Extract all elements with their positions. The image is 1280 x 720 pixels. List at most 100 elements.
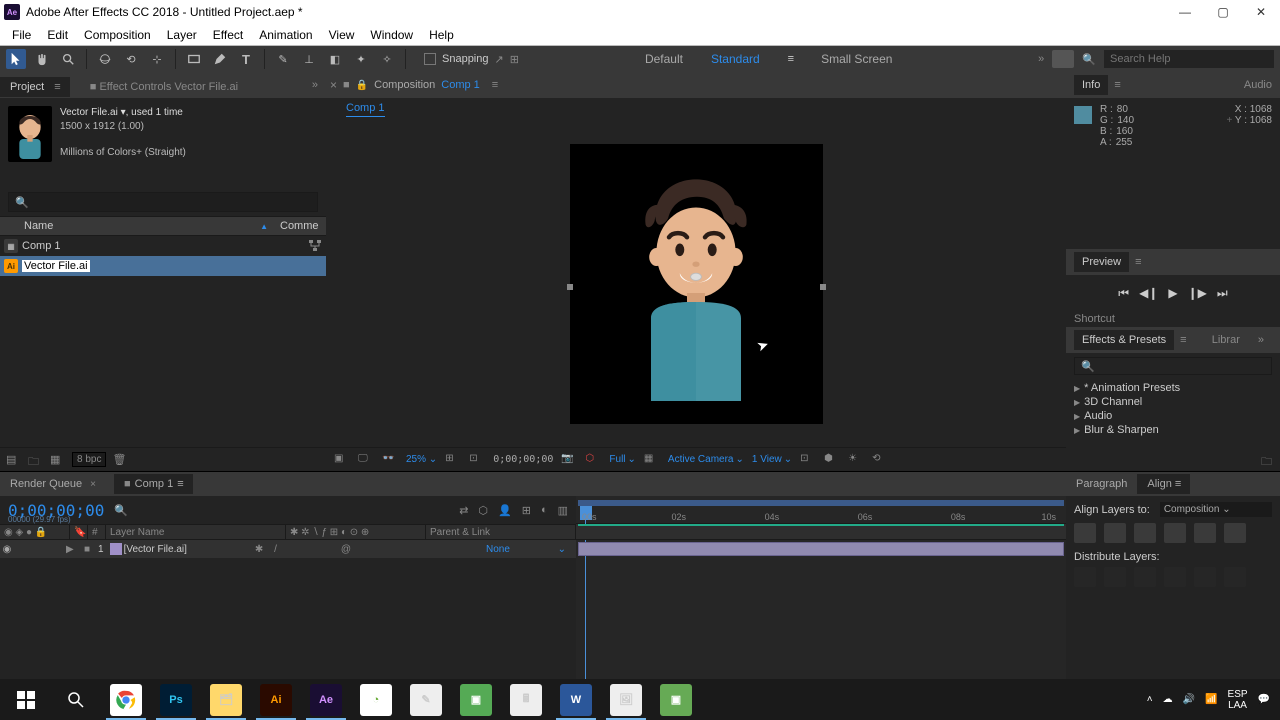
calculator-app[interactable]: 🖩 [502,680,550,720]
guides-icon[interactable]: ⊡ [800,453,816,467]
new-bin-icon[interactable]: 🗀 [1261,453,1272,471]
snapping-checkbox[interactable] [424,53,436,65]
trash-icon[interactable]: 🗑 [112,453,128,467]
dist-vcenter-icon[interactable] [1104,567,1126,587]
project-search-input[interactable]: 🔍 [8,192,318,212]
motionblur-icon[interactable]: ◐ [541,504,548,517]
menu-edit[interactable]: Edit [41,26,74,44]
next-frame-icon[interactable]: ❙▶ [1188,286,1207,300]
comp-breadcrumb[interactable]: Comp 1 [346,102,385,117]
snap-grid-icon[interactable]: ⊞ [510,53,519,66]
channels-icon[interactable]: ⬡ [585,453,601,467]
menu-view[interactable]: View [323,26,361,44]
transparency-icon[interactable]: ▦ [644,453,660,467]
composition-viewer[interactable]: ➤ [326,120,1066,447]
audio-tab[interactable]: Audio [1244,79,1272,91]
interpret-icon[interactable]: ▤ [6,453,22,467]
effect-controls-tab[interactable]: ■ Effect Controls Vector File.ai [80,77,248,97]
asset-name[interactable]: Vector File.ai ▾ [60,107,126,118]
workspace-menu-icon[interactable]: ≡ [788,53,793,65]
app11[interactable]: ▣ [652,680,700,720]
flowchart-icon[interactable] [308,239,322,253]
fast-preview-icon[interactable]: ⟲ [872,453,888,467]
toolbar-grid-icon[interactable] [1052,50,1074,68]
selection-handle[interactable] [567,284,573,290]
paragraph-tab[interactable]: Paragraph [1066,474,1137,494]
camera-dropdown[interactable]: Active Camera ⌄ [668,454,744,465]
preview-menu-icon[interactable]: ≡ [1135,256,1140,268]
lock-icon[interactable]: 🔒 [356,80,368,91]
layer-duration-bar[interactable] [578,542,1064,556]
puppet-tool-icon[interactable]: ✧ [377,49,397,69]
dist-right-icon[interactable] [1224,567,1246,587]
rect-tool-icon[interactable] [184,49,204,69]
effects-menu-icon[interactable]: ≡ [1180,334,1185,346]
pen-tool-icon[interactable] [210,49,230,69]
menu-help[interactable]: Help [423,26,460,44]
new-folder-icon[interactable]: 🗀 [28,453,44,467]
menu-composition[interactable]: Composition [78,26,157,44]
notifications-icon[interactable]: 💬 [1258,694,1270,705]
app7[interactable]: ▣ [452,680,500,720]
effects-category[interactable]: ▶Blur & Sharpen [1066,423,1280,437]
tray-onedrive-icon[interactable]: ☁ [1163,694,1173,705]
text-tool-icon[interactable]: T [236,49,256,69]
aftereffects-app[interactable]: Ae [302,680,350,720]
toolbar-overflow-icon[interactable]: » [1038,53,1044,65]
draft3d-icon[interactable]: ⬡ [478,504,488,517]
info-tab[interactable]: Info [1074,75,1108,95]
roto-tool-icon[interactable]: ✦ [351,49,371,69]
menu-animation[interactable]: Animation [253,26,318,44]
tray-chevron-icon[interactable]: ˄ [1147,694,1153,705]
shy-icon[interactable]: 👤 [498,504,512,517]
menu-file[interactable]: File [6,26,37,44]
search-help-input[interactable] [1104,50,1274,68]
workspace-small[interactable]: Small Screen [821,52,892,66]
timeline-comp-tab[interactable]: ■ Comp 1 ≡ [114,474,193,494]
exposure-icon[interactable]: ☀ [848,453,864,467]
workspace-default[interactable]: Default [645,52,683,66]
mask-icon[interactable]: 👓 [382,453,398,467]
align-right-icon[interactable] [1134,523,1156,543]
comp-name[interactable]: Comp 1 [441,79,480,91]
dist-bottom-icon[interactable] [1134,567,1156,587]
selection-handle[interactable] [820,284,826,290]
3d-icon[interactable]: ⬢ [824,453,840,467]
parent-dropdown[interactable]: None⌄ [486,544,576,555]
menu-effect[interactable]: Effect [207,26,249,44]
rotate-tool-icon[interactable]: ⟲ [121,49,141,69]
maximize-button[interactable]: ▢ [1216,5,1230,19]
zoom-dropdown[interactable]: 25% ⌄ [406,454,437,465]
selection-tool-icon[interactable] [6,49,26,69]
menu-window[interactable]: Window [364,26,419,44]
col-name[interactable]: Name [24,220,53,232]
minimize-button[interactable]: — [1178,5,1192,19]
visibility-icon[interactable]: ◉ [0,544,14,555]
project-item-comp[interactable]: ▦ Comp 1 [0,236,326,256]
dist-hcenter-icon[interactable] [1194,567,1216,587]
align-vcenter-icon[interactable] [1194,523,1216,543]
effects-tab[interactable]: Effects & Presets [1074,330,1174,350]
align-hcenter-icon[interactable] [1104,523,1126,543]
play-icon[interactable]: ▶ [1168,286,1177,300]
effects-category[interactable]: ▶* Animation Presets [1066,381,1280,395]
close-button[interactable]: ✕ [1254,5,1268,19]
prev-frame-icon[interactable]: ◀❙ [1139,286,1158,300]
time-ruler[interactable]: 00s 02s 04s 06s 08s 10s [576,496,1066,524]
timeline-search-icon[interactable]: 🔍 [114,504,128,517]
tray-volume-icon[interactable]: 🔊 [1183,694,1195,705]
snap-opts-icon[interactable]: ↗ [495,53,504,66]
dist-left-icon[interactable] [1164,567,1186,587]
taskbar-search-icon[interactable] [52,680,100,720]
viewer-timecode[interactable]: 0;00;00;00 [493,454,553,465]
effects-category[interactable]: ▶Audio [1066,409,1280,423]
layer-row[interactable]: ◉ ▶ ■ 1 [Vector File.ai] ✱ / @ None⌄ [0,540,576,558]
libraries-tab[interactable]: Librar [1202,330,1250,350]
right-overflow-icon[interactable]: » [1250,334,1272,346]
first-frame-icon[interactable]: ⏮ [1118,286,1129,301]
new-comp-icon[interactable]: ▦ [50,453,66,467]
info-menu-icon[interactable]: ≡ [1114,79,1119,91]
align-tab[interactable]: Align ≡ [1137,474,1190,494]
comp-panel-menu-icon[interactable]: ≡ [492,79,497,91]
project-item-ai[interactable]: Ai Vector File.ai [0,256,326,276]
